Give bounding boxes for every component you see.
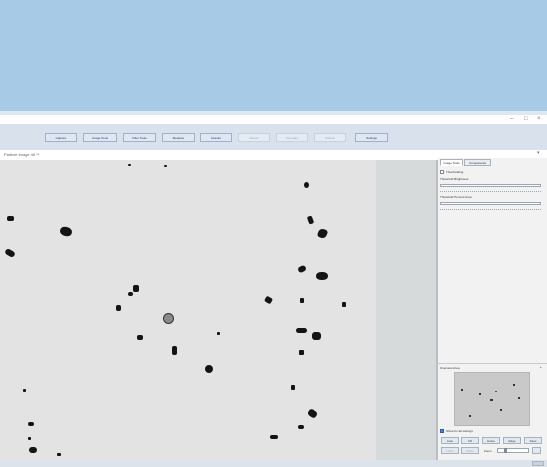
- toolbar-button-settings[interactable]: Settings: [355, 133, 388, 142]
- particle: [297, 264, 307, 274]
- toolbar-button-filter-tools[interactable]: Filter Tools: [123, 133, 156, 142]
- thumbnail-particle: [518, 397, 520, 399]
- particle: [57, 453, 61, 456]
- image-path-label: Particle Image 46 **: [4, 152, 40, 157]
- panel-button-fill[interactable]: Fill: [461, 437, 479, 444]
- thumbnail-particle: [513, 384, 515, 386]
- particle: [28, 422, 34, 426]
- pin-icon[interactable]: ▾: [537, 150, 540, 157]
- particle: [291, 385, 295, 390]
- panel-divider: [438, 363, 547, 364]
- particle: [4, 247, 16, 259]
- panel-button-redo[interactable]: Redo: [461, 447, 479, 454]
- particle-image-view[interactable]: [0, 160, 376, 460]
- toolbar-button-capture[interactable]: Capture: [45, 133, 77, 142]
- slider-ticks: [440, 188, 541, 192]
- particle: [137, 335, 143, 340]
- threshold-brightness-slider[interactable]: [440, 184, 541, 187]
- particle: [299, 350, 304, 355]
- collapse-icon[interactable]: ▴: [540, 365, 542, 369]
- threshold-area-label: Threshold Percent Area: [440, 195, 472, 199]
- threshold-area-slider[interactable]: [440, 202, 541, 205]
- toolbar-button-acquire[interactable]: Acquire: [200, 133, 232, 142]
- thumbnail-particle: [490, 399, 493, 401]
- particle: [59, 225, 73, 238]
- tab-image-tools[interactable]: Image Tools: [440, 159, 463, 166]
- particle: [217, 332, 220, 335]
- overview-thumbnail[interactable]: [454, 372, 530, 426]
- thumbnail-particle: [461, 389, 463, 391]
- particle: [7, 216, 14, 221]
- particle: [316, 227, 329, 240]
- toolbar-button-measure[interactable]: Measure: [162, 133, 195, 142]
- thumbnail-particle: [495, 391, 497, 392]
- options-label: Show for all settings: [446, 429, 473, 433]
- slider-ticks: [440, 206, 541, 210]
- status-bar: [0, 460, 547, 467]
- particle: [342, 302, 346, 307]
- particle: [163, 313, 174, 324]
- particle: [300, 298, 304, 303]
- particle: [28, 437, 31, 440]
- particle: [263, 295, 274, 305]
- options-checkbox[interactable]: [440, 429, 444, 433]
- particle: [306, 215, 315, 225]
- zoom-slider[interactable]: [497, 448, 529, 453]
- close-icon[interactable]: ×: [537, 116, 541, 122]
- zoom-slider-thumb[interactable]: [504, 448, 507, 453]
- maximize-icon[interactable]: □: [524, 116, 528, 122]
- particle: [306, 408, 319, 419]
- particle: [304, 182, 309, 188]
- thresholding-checkbox[interactable]: [440, 170, 444, 174]
- toolbar-button-report[interactable]: Report: [238, 133, 270, 142]
- particle: [298, 425, 304, 429]
- status-indicator: [532, 461, 544, 466]
- toolbar-button-image-tools[interactable]: Image Tools: [83, 133, 117, 142]
- zoom-label: Zoom: [484, 449, 492, 453]
- particle: [172, 346, 177, 355]
- particle: [23, 389, 26, 392]
- particle: [128, 164, 131, 166]
- particle: [312, 332, 321, 340]
- tab-components[interactable]: Components: [464, 159, 491, 166]
- threshold-brightness-label: Threshold Brightness: [440, 177, 469, 181]
- minimize-icon[interactable]: –: [510, 116, 513, 122]
- zoom-fit-button[interactable]: [532, 447, 541, 454]
- particle: [29, 447, 37, 453]
- panel-button-edge[interactable]: Edge: [503, 437, 521, 444]
- top-banner: [0, 0, 547, 111]
- thumbnail-particle: [479, 393, 481, 395]
- particle: [164, 165, 167, 167]
- main-toolbar: Capture Image Tools Filter Tools Measure…: [0, 124, 547, 151]
- panel-button-save[interactable]: Save: [524, 437, 542, 444]
- thumbnail-particle: [500, 409, 502, 411]
- image-gutter: [376, 160, 436, 460]
- toolbar-button-archive[interactable]: Archive: [314, 133, 346, 142]
- particle: [316, 272, 328, 280]
- panel-button-undo[interactable]: Undo: [441, 447, 459, 454]
- panel-button-auto[interactable]: Auto: [441, 437, 459, 444]
- particle: [296, 328, 307, 333]
- panel-button-holes[interactable]: Holes: [482, 437, 500, 444]
- thumbnail-particle: [469, 415, 471, 417]
- thresholding-label: Thresholding: [446, 170, 464, 174]
- window-title-bar: [0, 115, 547, 124]
- particle: [116, 305, 121, 311]
- particle: [128, 292, 133, 296]
- particle: [270, 435, 278, 439]
- particle: [205, 365, 213, 373]
- toolbar-button-compare[interactable]: Compare: [276, 133, 308, 142]
- particle: [133, 285, 139, 292]
- preview-label: Overview Area: [440, 366, 460, 370]
